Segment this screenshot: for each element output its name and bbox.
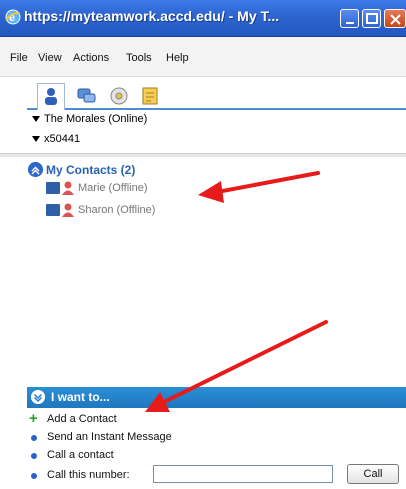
call-number-row: Call this number: Call	[27, 464, 406, 485]
tab-strip	[27, 81, 406, 110]
person-offline-icon	[62, 203, 74, 217]
contact-card-icon	[46, 204, 60, 216]
contacts-tab-icon	[45, 88, 57, 105]
maximize-icon	[366, 13, 378, 24]
close-button[interactable]	[384, 9, 406, 28]
notes-tab-icon	[142, 87, 158, 105]
minimize-icon	[346, 22, 354, 24]
menu-file[interactable]: File	[10, 52, 28, 64]
i-want-to-panel: I want to... + Add a Contact Send an Ins…	[27, 387, 406, 489]
expand-triangle-icon	[32, 136, 40, 143]
menu-bar: File View Actions Tools Help	[0, 37, 406, 77]
collapse-chevron-icon	[28, 162, 43, 177]
menu-help[interactable]: Help	[166, 52, 189, 64]
bullet-icon	[31, 435, 37, 441]
plus-icon: +	[29, 410, 38, 427]
tab-contacts[interactable]	[37, 83, 65, 110]
i-want-to-header[interactable]: I want to...	[27, 387, 406, 408]
menu-actions[interactable]: Actions	[73, 52, 109, 64]
tab-notes[interactable]	[139, 85, 163, 107]
cd-tab-icon	[110, 87, 128, 105]
menu-view[interactable]: View	[38, 52, 62, 64]
call-button[interactable]: Call	[347, 464, 399, 484]
contacts-pane: My Contacts (2) Marie (Offline) Sharon (…	[0, 157, 406, 384]
menu-tools[interactable]: Tools	[126, 52, 152, 64]
person-offline-icon	[62, 181, 74, 195]
tab-chat[interactable]	[75, 85, 99, 107]
expand-chevron-icon	[31, 390, 45, 404]
call-number-input[interactable]	[153, 465, 333, 483]
tab-cd[interactable]	[107, 85, 131, 107]
status-row-extension[interactable]: x50441	[32, 133, 80, 145]
bullet-icon	[31, 473, 37, 479]
close-icon	[390, 14, 401, 25]
expand-triangle-icon	[32, 116, 40, 123]
contact-card-icon	[46, 182, 60, 194]
chat-tab-icon	[77, 88, 96, 103]
window-titlebar: e https://myteamwork.accd.edu/ - My T...	[0, 0, 406, 37]
minimize-button[interactable]	[340, 9, 359, 28]
window-title: https://myteamwork.accd.edu/ - My T...	[24, 8, 280, 24]
status-row-presence[interactable]: The Morales (Online)	[32, 113, 147, 125]
browser-e-icon: e	[5, 9, 21, 25]
maximize-button[interactable]	[362, 9, 381, 28]
bullet-icon	[31, 453, 37, 459]
